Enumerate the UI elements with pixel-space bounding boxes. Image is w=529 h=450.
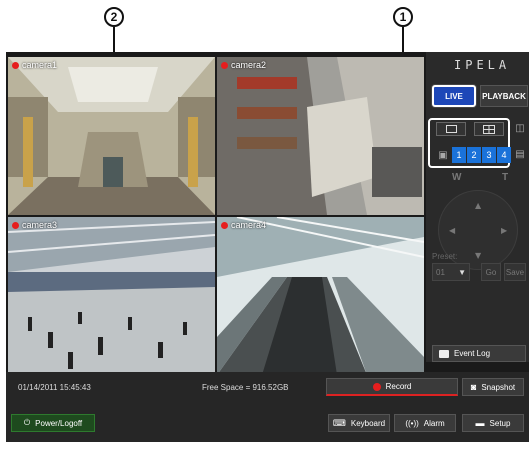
camera-3-image xyxy=(8,217,215,375)
chevron-down-icon: ▼ xyxy=(458,267,466,277)
quad-view-icon xyxy=(483,124,495,134)
camera-4-name: camera4 xyxy=(231,220,267,230)
record-icon xyxy=(372,382,381,391)
power-logoff-button[interactable]: ⏻ Power/Logoff xyxy=(11,414,95,432)
datetime-display: 01/14/2011 15:45:43 xyxy=(18,383,91,392)
camera-4-image xyxy=(217,217,424,375)
camera-1-image xyxy=(8,57,215,215)
single-view-button[interactable] xyxy=(436,122,466,136)
alarm-button[interactable]: ((•)) Alarm xyxy=(394,414,456,432)
camera-view-4[interactable]: camera4 xyxy=(217,217,424,375)
setup-label: Setup xyxy=(489,418,511,428)
camera-view-2[interactable]: camera2 xyxy=(217,57,424,215)
power-logoff-label: Power/Logoff xyxy=(35,418,83,428)
event-log-label: Event Log xyxy=(454,349,491,358)
preset-go-button[interactable]: Go xyxy=(481,263,501,281)
monitor-icon[interactable]: ▤ xyxy=(514,148,526,160)
channel-1-button[interactable]: 1 xyxy=(452,147,466,163)
camera-1-label: camera1 xyxy=(12,60,57,70)
channel-2-button[interactable]: 2 xyxy=(467,147,481,163)
camera-list-icon[interactable]: ▣ xyxy=(436,148,450,162)
ptz-up-icon[interactable]: ▲ xyxy=(475,201,481,210)
power-icon: ⏻ xyxy=(23,418,31,427)
camera-icon: ◙ xyxy=(470,382,477,392)
status-bar: 01/14/2011 15:45:43 Free Space = 916.52G… xyxy=(6,372,529,442)
alarm-icon: ((•)) xyxy=(405,418,419,428)
preset-value: 01 xyxy=(436,267,445,277)
recording-indicator-icon xyxy=(12,61,19,69)
event-log-button[interactable]: Event Log xyxy=(432,345,526,362)
playback-button[interactable]: PLAYBACK xyxy=(480,85,528,107)
camera-view-1[interactable]: camera1 xyxy=(8,57,215,215)
channel-3-button[interactable]: 3 xyxy=(482,147,496,163)
ptz-left-icon[interactable]: ◀ xyxy=(449,226,455,235)
camera-1-name: camera1 xyxy=(22,60,58,70)
preset-save-button[interactable]: Save xyxy=(504,263,526,281)
setup-button[interactable]: ▬ Setup xyxy=(462,414,524,432)
zoom-tele-label[interactable]: T xyxy=(502,172,508,183)
fullscreen-icon[interactable]: ◫ xyxy=(514,122,526,134)
preset-select[interactable]: 01 ▼ xyxy=(432,263,470,281)
ptz-right-icon[interactable]: ▶ xyxy=(501,226,507,235)
camera-3-name: camera3 xyxy=(22,220,58,230)
log-icon xyxy=(439,349,449,358)
recording-indicator-icon xyxy=(221,61,228,69)
monitor-window: camera1 camera2 camera3 camera4 IPELA LI… xyxy=(6,52,529,442)
callout-2: 2 xyxy=(104,7,124,27)
camera-2-image xyxy=(217,57,424,215)
brand-logo: IPELA xyxy=(454,58,511,72)
recording-indicator-icon xyxy=(221,221,228,229)
camera-2-label: camera2 xyxy=(221,60,266,70)
zoom-wide-label[interactable]: W xyxy=(452,172,461,183)
ptz-down-icon[interactable]: ▼ xyxy=(475,251,481,260)
camera-grid: camera1 camera2 camera3 camera4 xyxy=(8,57,424,421)
alarm-label: Alarm xyxy=(423,418,445,428)
preset-label: Preset: xyxy=(432,252,458,261)
setup-icon: ▬ xyxy=(475,418,485,428)
keyboard-label: Keyboard xyxy=(350,418,386,428)
snapshot-label: Snapshot xyxy=(481,382,516,392)
record-label: Record xyxy=(385,382,412,391)
recording-indicator-icon xyxy=(12,221,19,229)
control-panel: IPELA LIVE PLAYBACK ▣ 1 2 3 4 ◫ ▤ W T ▲ … xyxy=(426,52,529,362)
camera-3-label: camera3 xyxy=(12,220,57,230)
keyboard-button[interactable]: ⌨ Keyboard xyxy=(328,414,390,432)
record-button[interactable]: Record xyxy=(326,378,458,396)
camera-4-label: camera4 xyxy=(221,220,266,230)
quad-view-button[interactable] xyxy=(474,122,504,136)
single-view-icon xyxy=(445,125,457,133)
callout-1: 1 xyxy=(393,7,413,27)
free-space-display: Free Space = 916.52GB xyxy=(202,383,289,392)
channel-4-button[interactable]: 4 xyxy=(497,147,511,163)
camera-2-name: camera2 xyxy=(231,60,267,70)
live-button[interactable]: LIVE xyxy=(432,85,476,107)
camera-view-3[interactable]: camera3 xyxy=(8,217,215,375)
snapshot-button[interactable]: ◙ Snapshot xyxy=(462,378,524,396)
keyboard-icon: ⌨ xyxy=(332,417,346,428)
